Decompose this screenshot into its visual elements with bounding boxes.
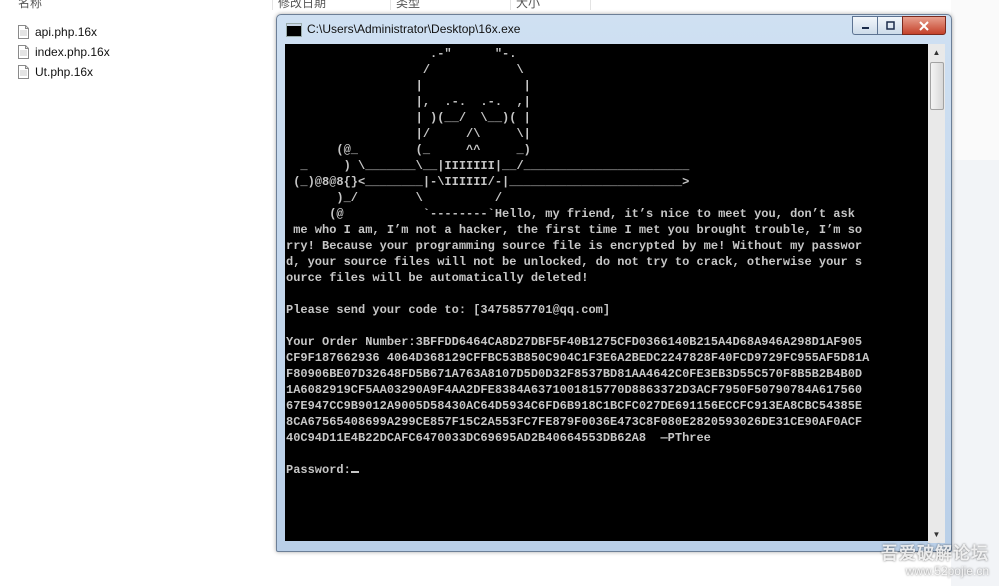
maximize-button[interactable] <box>877 16 902 35</box>
console-output: .-" "-. / \ | | |, .-. .-. ,| | )(__/ \_… <box>285 44 928 478</box>
column-header-size[interactable]: 大小 <box>516 0 540 10</box>
vertical-scrollbar[interactable]: ▲ ▼ <box>928 44 945 543</box>
minimize-icon <box>861 27 869 29</box>
minimize-button[interactable] <box>852 16 877 35</box>
column-divider[interactable] <box>590 0 591 10</box>
close-icon <box>919 20 929 31</box>
console-app-icon[interactable] <box>286 23 302 37</box>
file-icon <box>18 45 29 59</box>
console-window[interactable]: C:\Users\Administrator\Desktop\16x.exe .… <box>276 14 952 552</box>
column-divider[interactable] <box>510 0 511 10</box>
file-icon <box>18 25 29 39</box>
title-bar[interactable]: C:\Users\Administrator\Desktop\16x.exe <box>277 15 951 43</box>
column-header-date[interactable]: 修改日期 <box>278 0 326 10</box>
file-name: Ut.php.16x <box>35 65 94 79</box>
file-name: api.php.16x <box>35 25 98 39</box>
file-name: index.php.16x <box>35 45 110 59</box>
window-controls <box>852 16 946 35</box>
column-divider[interactable] <box>272 0 273 10</box>
column-divider[interactable] <box>390 0 391 10</box>
close-button[interactable] <box>902 16 946 35</box>
maximize-icon <box>885 21 895 30</box>
background-window-panel <box>951 160 999 586</box>
column-header-type[interactable]: 类型 <box>396 0 420 10</box>
file-list: api.php.16x index.php.16x Ut.php.16x <box>18 22 110 82</box>
scrollbar-thumb[interactable] <box>930 62 944 110</box>
file-item[interactable]: api.php.16x <box>18 22 110 42</box>
watermark: 吾爱破解论坛 www.52pojie.cn <box>881 539 989 578</box>
column-header-name[interactable]: 名称 <box>18 0 42 10</box>
watermark-url: www.52pojie.cn <box>905 564 989 578</box>
window-title: C:\Users\Administrator\Desktop\16x.exe <box>307 22 521 36</box>
watermark-name: 吾爱破解论坛 <box>881 544 989 563</box>
file-item[interactable]: index.php.16x <box>18 42 110 62</box>
file-item[interactable]: Ut.php.16x <box>18 62 110 82</box>
console-area[interactable]: .-" "-. / \ | | |, .-. .-. ,| | )(__/ \_… <box>285 44 928 541</box>
scroll-up-arrow-icon[interactable]: ▲ <box>928 44 945 61</box>
file-icon <box>18 65 29 79</box>
text-cursor <box>350 471 359 473</box>
console-output-text: .-" "-. / \ | | |, .-. .-. ,| | )(__/ \_… <box>286 47 870 477</box>
